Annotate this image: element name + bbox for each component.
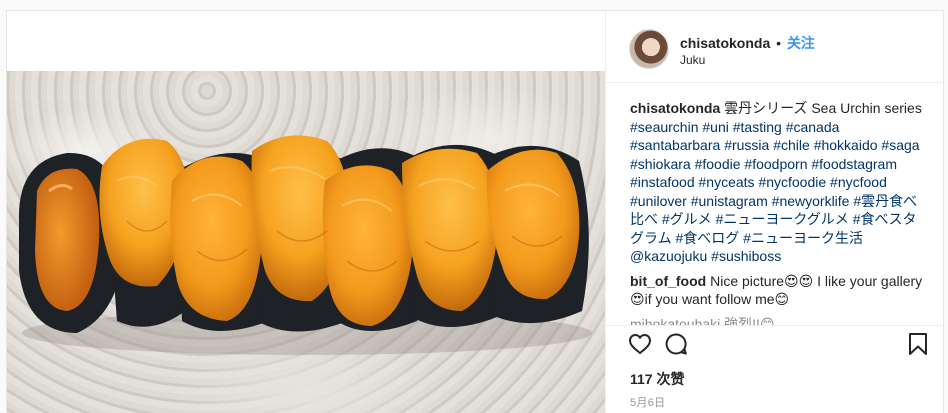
hashtag-link[interactable]: #shiokara xyxy=(630,156,691,172)
like-count[interactable]: 117 次赞 xyxy=(630,369,684,389)
hashtag-link[interactable]: #グルメ xyxy=(662,211,712,227)
hashtag-link[interactable]: #saga xyxy=(881,137,919,153)
heart-icon[interactable] xyxy=(628,332,656,360)
hashtag-link[interactable]: #foodstagram xyxy=(811,156,897,172)
header-line: chisatokonda • 关注 xyxy=(680,33,815,53)
bookmark-icon[interactable] xyxy=(906,332,934,360)
hashtag-link[interactable]: @kazuojuku xyxy=(630,248,707,264)
hashtag-link[interactable]: #unistagram xyxy=(691,193,768,209)
caption-fragment: 雲丹シリーズ Sea Urchin series xyxy=(720,100,922,116)
comment-username[interactable]: bit_of_food xyxy=(630,273,706,289)
comment-text: mihokatouhaki 強烈!!😊 xyxy=(630,315,775,325)
caption-text: 雲丹シリーズ Sea Urchin series #seaurchin #uni… xyxy=(630,100,922,264)
hashtag-link[interactable]: #chile xyxy=(773,137,810,153)
hashtag-link[interactable]: #canada xyxy=(786,119,840,135)
post-sidebar: chisatokonda • 关注 Juku chisatokonda 雲丹シリ… xyxy=(605,11,946,413)
caption-username[interactable]: chisatokonda xyxy=(630,100,720,116)
author-username[interactable]: chisatokonda xyxy=(680,35,770,51)
hashtag-link[interactable]: #foodporn xyxy=(744,156,807,172)
comment-icon[interactable] xyxy=(664,332,692,360)
hashtag-link[interactable]: #foodie xyxy=(695,156,741,172)
sea-urchin-photo xyxy=(18,135,592,355)
post-card: chisatokonda • 关注 Juku chisatokonda 雲丹シリ… xyxy=(6,10,946,413)
caption: chisatokonda 雲丹シリーズ Sea Urchin series #s… xyxy=(630,99,930,266)
hashtag-link[interactable]: #ニューヨーク生活 xyxy=(743,230,863,246)
comment-item: mihokatouhaki 強烈!!😊 xyxy=(630,315,930,325)
hashtag-link[interactable]: #seaurchin xyxy=(630,119,699,135)
hashtag-link[interactable]: #nycfood xyxy=(830,174,887,190)
hashtag-link[interactable]: #tasting xyxy=(733,119,782,135)
hashtag-link[interactable]: #newyorklife xyxy=(772,193,850,209)
hashtag-link[interactable]: #hokkaido xyxy=(814,137,878,153)
hashtag-link[interactable]: #sushiboss xyxy=(711,248,781,264)
hashtag-link[interactable]: #russia xyxy=(724,137,769,153)
follow-button[interactable]: 关注 xyxy=(787,35,815,51)
location-link[interactable]: Juku xyxy=(680,53,705,67)
comments-list[interactable]: chisatokonda 雲丹シリーズ Sea Urchin series #s… xyxy=(606,83,946,325)
post-date[interactable]: 5月6日 xyxy=(630,394,665,410)
hashtag-link[interactable]: #nycfoodie xyxy=(758,174,826,190)
hashtag-link[interactable]: #ニューヨークグルメ xyxy=(716,211,849,227)
hashtag-link[interactable]: #食べログ xyxy=(675,230,739,246)
hashtag-link[interactable]: #nyceats xyxy=(699,174,755,190)
post-photo[interactable] xyxy=(7,71,605,413)
hashtag-link[interactable]: #uni xyxy=(702,119,728,135)
comment-item: bit_of_food Nice picture😍😍 I like your g… xyxy=(630,272,930,309)
hashtag-link[interactable]: #santabarbara xyxy=(630,137,720,153)
post-header: chisatokonda • 关注 Juku xyxy=(606,11,946,83)
avatar[interactable] xyxy=(629,29,669,69)
action-bar: 117 次赞 5月6日 xyxy=(606,325,946,413)
separator-dot: • xyxy=(776,35,782,51)
photo-column xyxy=(7,11,605,413)
hashtag-link[interactable]: #instafood xyxy=(630,174,695,190)
hashtag-link[interactable]: #unilover xyxy=(630,193,687,209)
